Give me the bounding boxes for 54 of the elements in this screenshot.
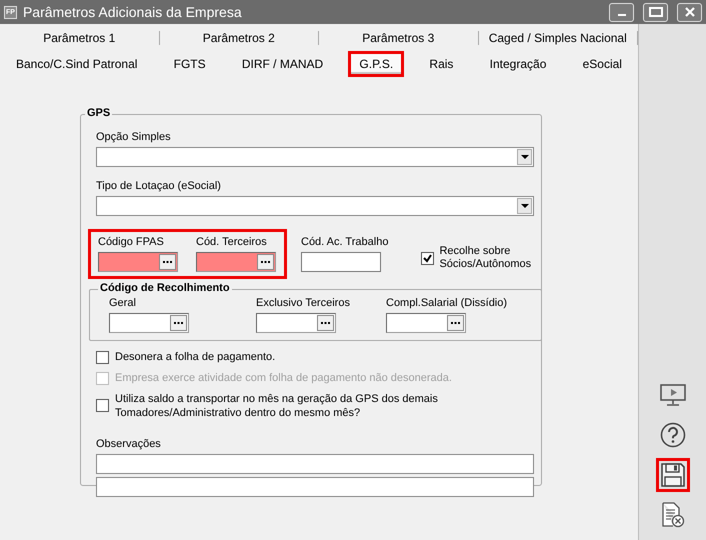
maximize-icon[interactable]: [648, 7, 662, 17]
checkbox-label: Desonera a folha de pagamento.: [115, 350, 276, 364]
maximize-button[interactable]: [643, 2, 668, 22]
lookup-field[interactable]: [256, 313, 336, 333]
checkbox[interactable]: [96, 351, 109, 364]
tab[interactable]: G.P.S.: [351, 54, 402, 74]
tab[interactable]: FGTS: [166, 54, 214, 74]
document-cancel-icon[interactable]: [660, 502, 684, 528]
field-label: Cód. Terceiros: [196, 236, 268, 250]
tab[interactable]: Parâmetros 3: [319, 31, 478, 45]
tab[interactable]: eSocial: [574, 54, 630, 74]
close-icon[interactable]: [684, 7, 694, 17]
minimize-button[interactable]: [609, 2, 634, 22]
tab[interactable]: Caged / Simples Nacional: [478, 31, 638, 45]
field-label: Opção Simples: [96, 131, 172, 145]
input-field[interactable]: [301, 252, 381, 272]
tab[interactable]: Parâmetros 1: [0, 31, 160, 45]
checkbox-label: Recolhe sobre Sócios/Autônomos: [439, 245, 532, 271]
window-title: Parâmetros Adicionais da Empresa: [22, 4, 243, 20]
monitor-icon[interactable]: [660, 384, 686, 406]
dropdown-field[interactable]: [96, 147, 534, 167]
group-title: Código de Recolhimento: [98, 282, 232, 294]
tab[interactable]: DIRF / MANAD: [234, 54, 332, 74]
tab[interactable]: Rais: [421, 54, 462, 74]
ellipsis-icon[interactable]: [170, 315, 187, 331]
group-title: GPS: [85, 107, 112, 119]
lookup-field[interactable]: [196, 252, 276, 272]
field-label: Observações: [96, 438, 162, 452]
checkbox[interactable]: [96, 399, 109, 412]
help-icon[interactable]: [660, 422, 686, 448]
checkbox-label: Empresa exerce atividade com folha de pagamento não desonerada.: [115, 371, 452, 385]
lookup-field[interactable]: [109, 313, 189, 333]
field-label: Compl.Salarial (Dissídio): [386, 297, 508, 311]
observations-field[interactable]: [96, 477, 534, 497]
tab[interactable]: Parâmetros 2: [160, 31, 319, 45]
ellipsis-icon[interactable]: [447, 315, 464, 331]
lookup-field[interactable]: [386, 313, 466, 333]
ellipsis-icon[interactable]: [317, 315, 334, 331]
checkbox[interactable]: [421, 252, 434, 264]
checkbox-label: Utiliza saldo a transportar no mês na geração da GPS dos demais Tomadores/Administrativo dentro do mesmo mês?: [115, 392, 439, 420]
field-label: Geral: [109, 297, 137, 311]
tab[interactable]: Banco/C.Sind Patronal: [8, 54, 146, 74]
ellipsis-icon[interactable]: [257, 254, 274, 270]
field-label: Código FPAS: [98, 236, 165, 250]
dropdown-field[interactable]: [96, 196, 534, 216]
lookup-field[interactable]: [98, 252, 178, 272]
save-icon[interactable]: [660, 463, 684, 487]
field-label: Cód. Ac. Trabalho: [301, 236, 388, 250]
field-label: Tipo de Lotaçao (eSocial): [96, 180, 222, 194]
observations-field[interactable]: [96, 454, 534, 474]
ellipsis-icon[interactable]: [159, 254, 176, 270]
field-label: Exclusivo Terceiros: [256, 297, 351, 311]
close-button[interactable]: [677, 2, 702, 22]
tab[interactable]: Integração: [482, 54, 554, 74]
